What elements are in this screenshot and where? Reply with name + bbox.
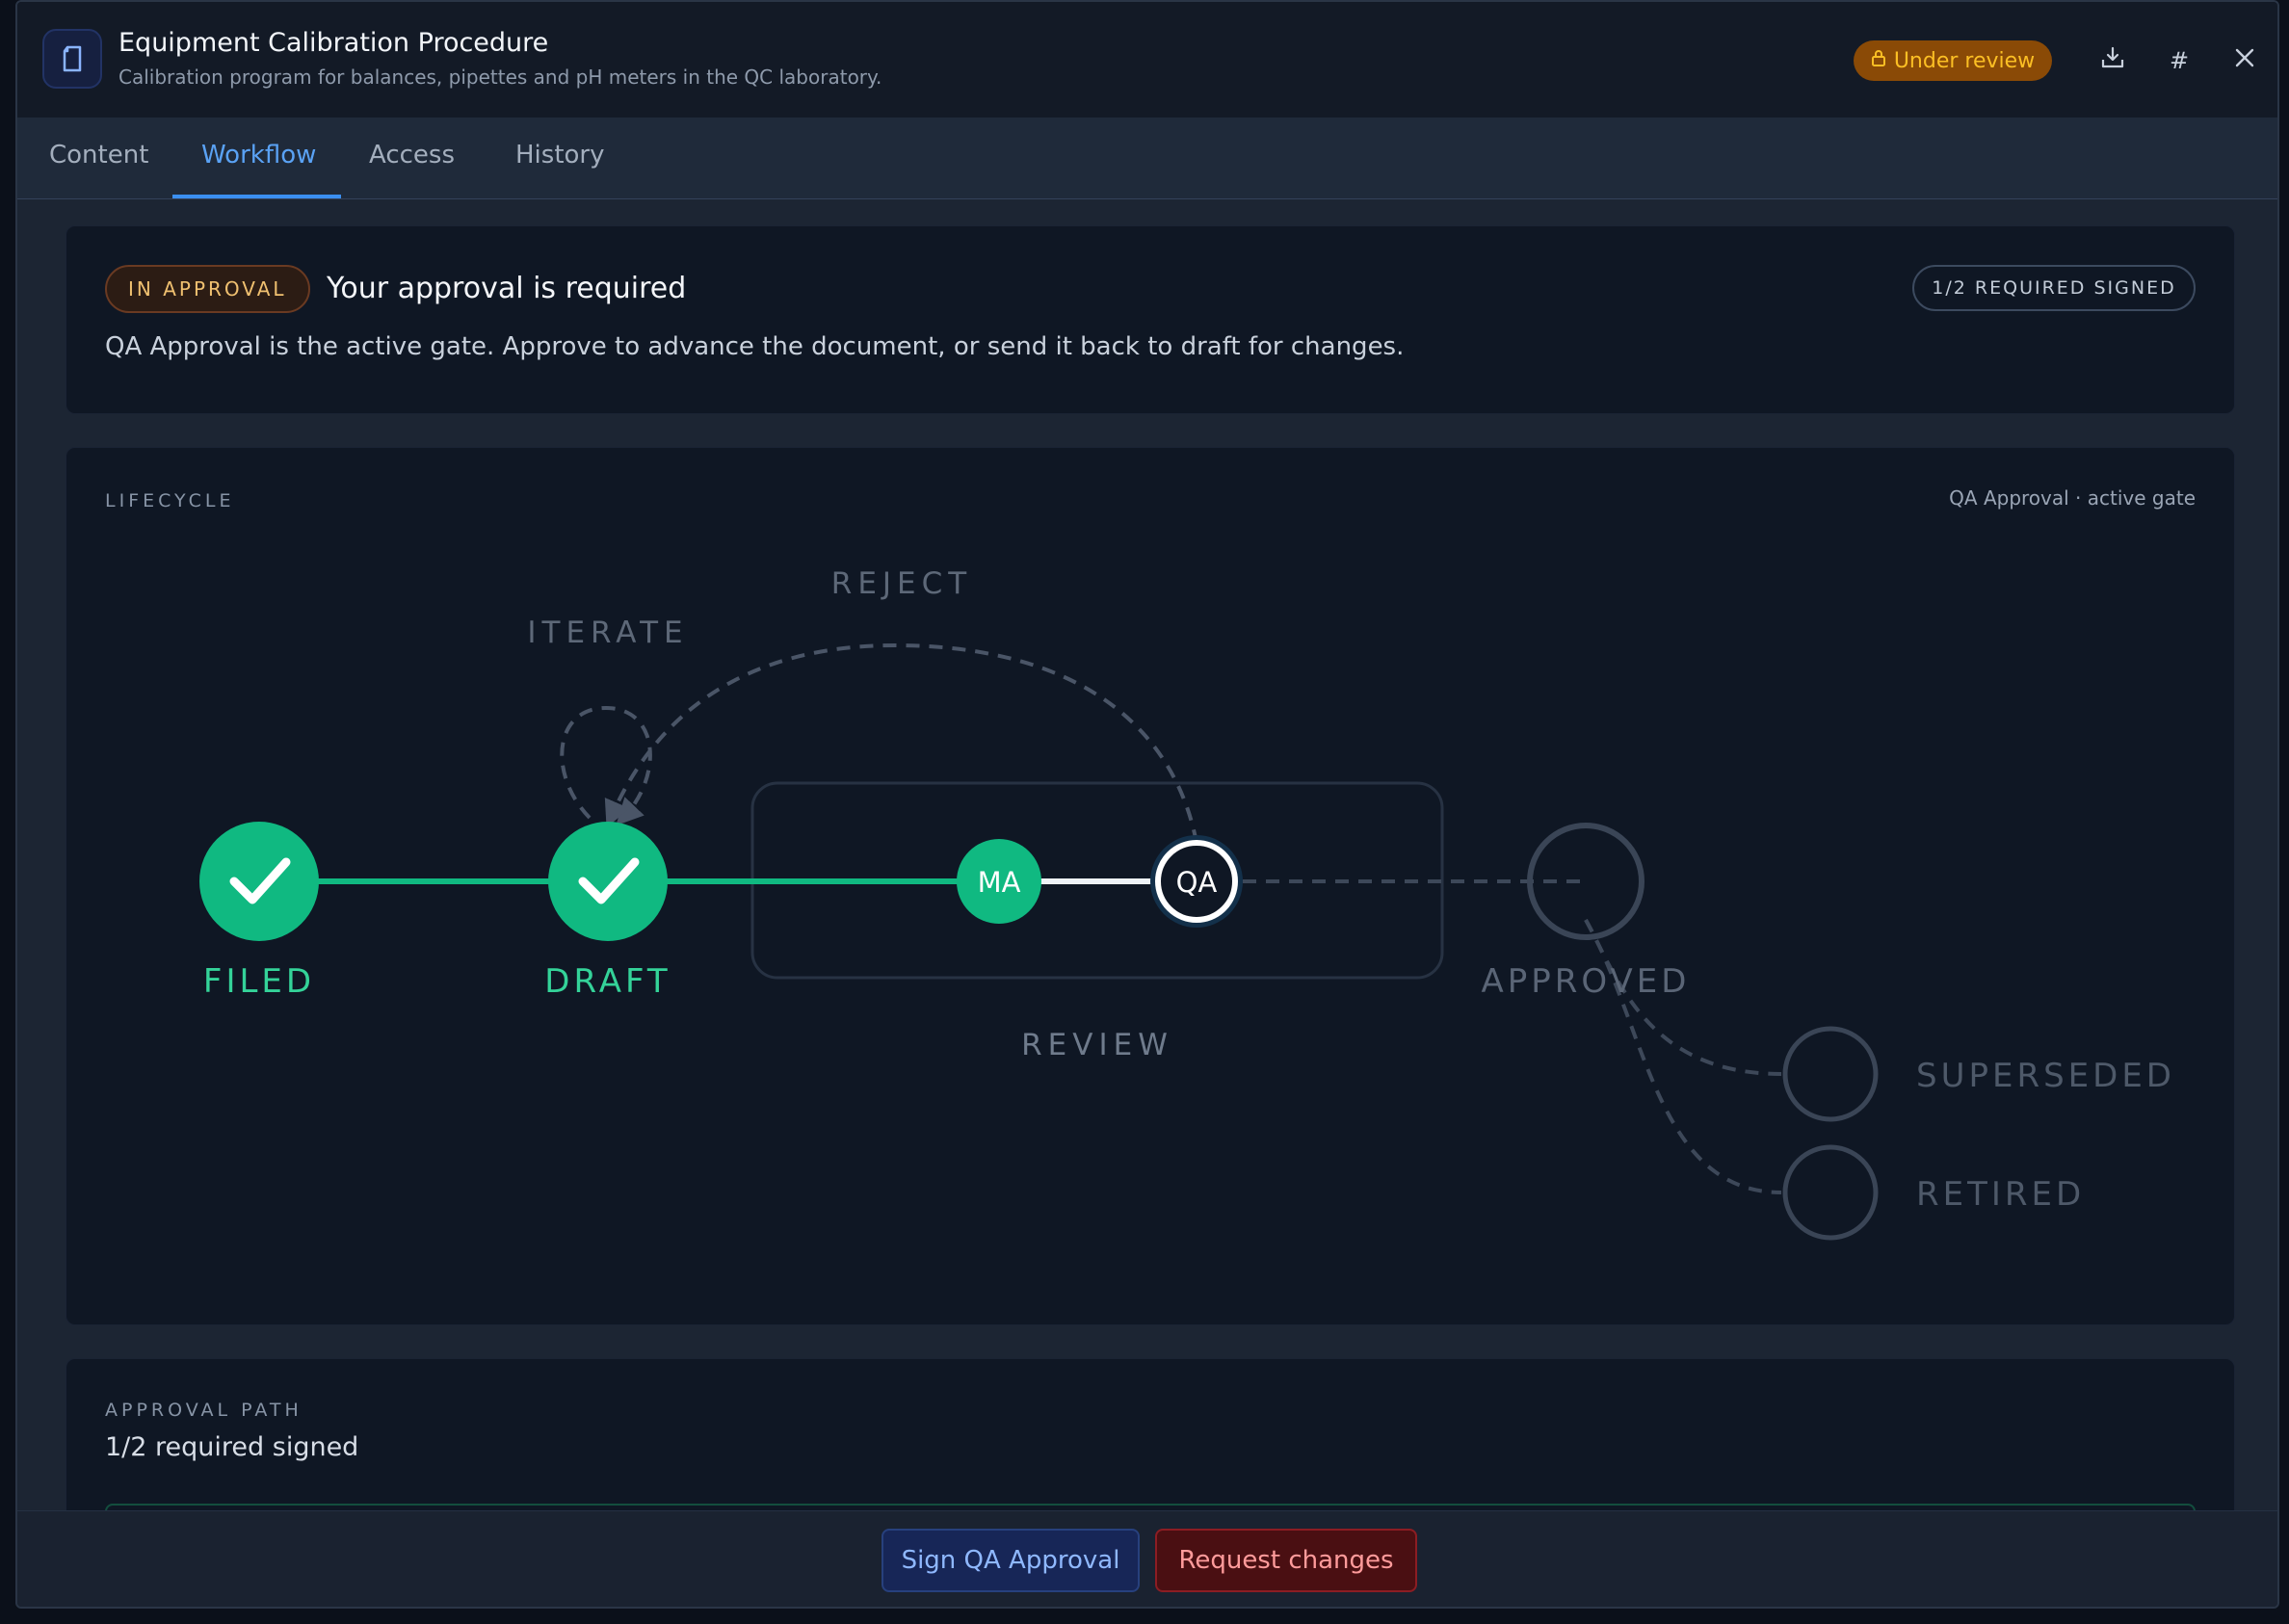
review-label: REVIEW bbox=[1021, 1028, 1173, 1062]
reject-arc bbox=[604, 642, 1198, 844]
iterate-loop bbox=[560, 705, 652, 826]
download-icon bbox=[2100, 45, 2125, 76]
document-subtitle: Calibration program for balances, pipett… bbox=[118, 65, 882, 89]
document-modal: Equipment Calibration Procedure Calibrat… bbox=[15, 0, 2279, 1609]
close-icon bbox=[2233, 46, 2256, 75]
approval-path-summary: 1/2 required signed bbox=[105, 1432, 359, 1462]
approval-path-label: APPROVAL PATH bbox=[105, 1400, 303, 1421]
sign-qa-approval-button[interactable]: Sign QA Approval bbox=[881, 1529, 1140, 1592]
tab-bar: Content Workflow Access History bbox=[17, 118, 2277, 199]
gate-qa-label: QA bbox=[1176, 866, 1218, 899]
retired-label: RETIRED bbox=[1916, 1175, 2085, 1214]
tab-active-indicator bbox=[172, 195, 341, 198]
approved-label: APPROVED bbox=[1482, 962, 1691, 1001]
tab-workflow[interactable]: Workflow bbox=[201, 141, 316, 189]
node-superseded bbox=[1782, 1026, 1879, 1122]
superseded-label: SUPERSEDED bbox=[1916, 1057, 2175, 1095]
reject-label: REJECT bbox=[831, 566, 972, 601]
lifecycle-card: LIFECYCLE QA Approval · active gate MA Q… bbox=[66, 447, 2235, 1325]
draft-label: DRAFT bbox=[544, 962, 671, 1001]
tab-content[interactable]: Content bbox=[49, 141, 148, 189]
node-retired bbox=[1782, 1144, 1879, 1241]
lock-icon bbox=[1871, 48, 1886, 73]
document-icon bbox=[42, 29, 102, 89]
download-button[interactable] bbox=[2089, 37, 2137, 85]
iterate-label: ITERATE bbox=[527, 616, 688, 650]
document-title: Equipment Calibration Procedure bbox=[118, 28, 549, 58]
modal-header: Equipment Calibration Procedure Calibrat… bbox=[17, 2, 2277, 118]
tab-history[interactable]: History bbox=[515, 141, 605, 189]
approval-title: Your approval is required bbox=[327, 272, 687, 305]
tab-access[interactable]: Access bbox=[369, 141, 455, 189]
edge-approved-retired bbox=[1584, 919, 1782, 1194]
hash-icon: # bbox=[2169, 47, 2190, 74]
hash-button[interactable]: # bbox=[2155, 37, 2203, 85]
status-badge: Under review bbox=[1854, 40, 2052, 81]
approval-state-pill: IN APPROVAL bbox=[105, 265, 310, 313]
gate-ma-label: MA bbox=[978, 866, 1021, 899]
signed-count-pill: 1/2 REQUIRED SIGNED bbox=[1912, 265, 2196, 311]
node-filed bbox=[199, 822, 319, 941]
filed-label: FILED bbox=[203, 962, 315, 1001]
close-button[interactable] bbox=[2221, 37, 2269, 85]
node-draft bbox=[548, 822, 668, 941]
status-badge-label: Under review bbox=[1893, 48, 2036, 73]
approval-path-card: APPROVAL PATH 1/2 required signed bbox=[66, 1358, 2235, 1546]
footer-actions: Sign QA Approval Request changes bbox=[17, 1510, 2277, 1607]
lifecycle-diagram: MA QA FILED DRAFT REVIEW APPROVED SUPERS… bbox=[199, 566, 2175, 1241]
request-changes-button[interactable]: Request changes bbox=[1155, 1529, 1417, 1592]
approval-description: QA Approval is the active gate. Approve … bbox=[105, 332, 1405, 361]
approval-banner: IN APPROVAL Your approval is required 1/… bbox=[66, 225, 2235, 414]
